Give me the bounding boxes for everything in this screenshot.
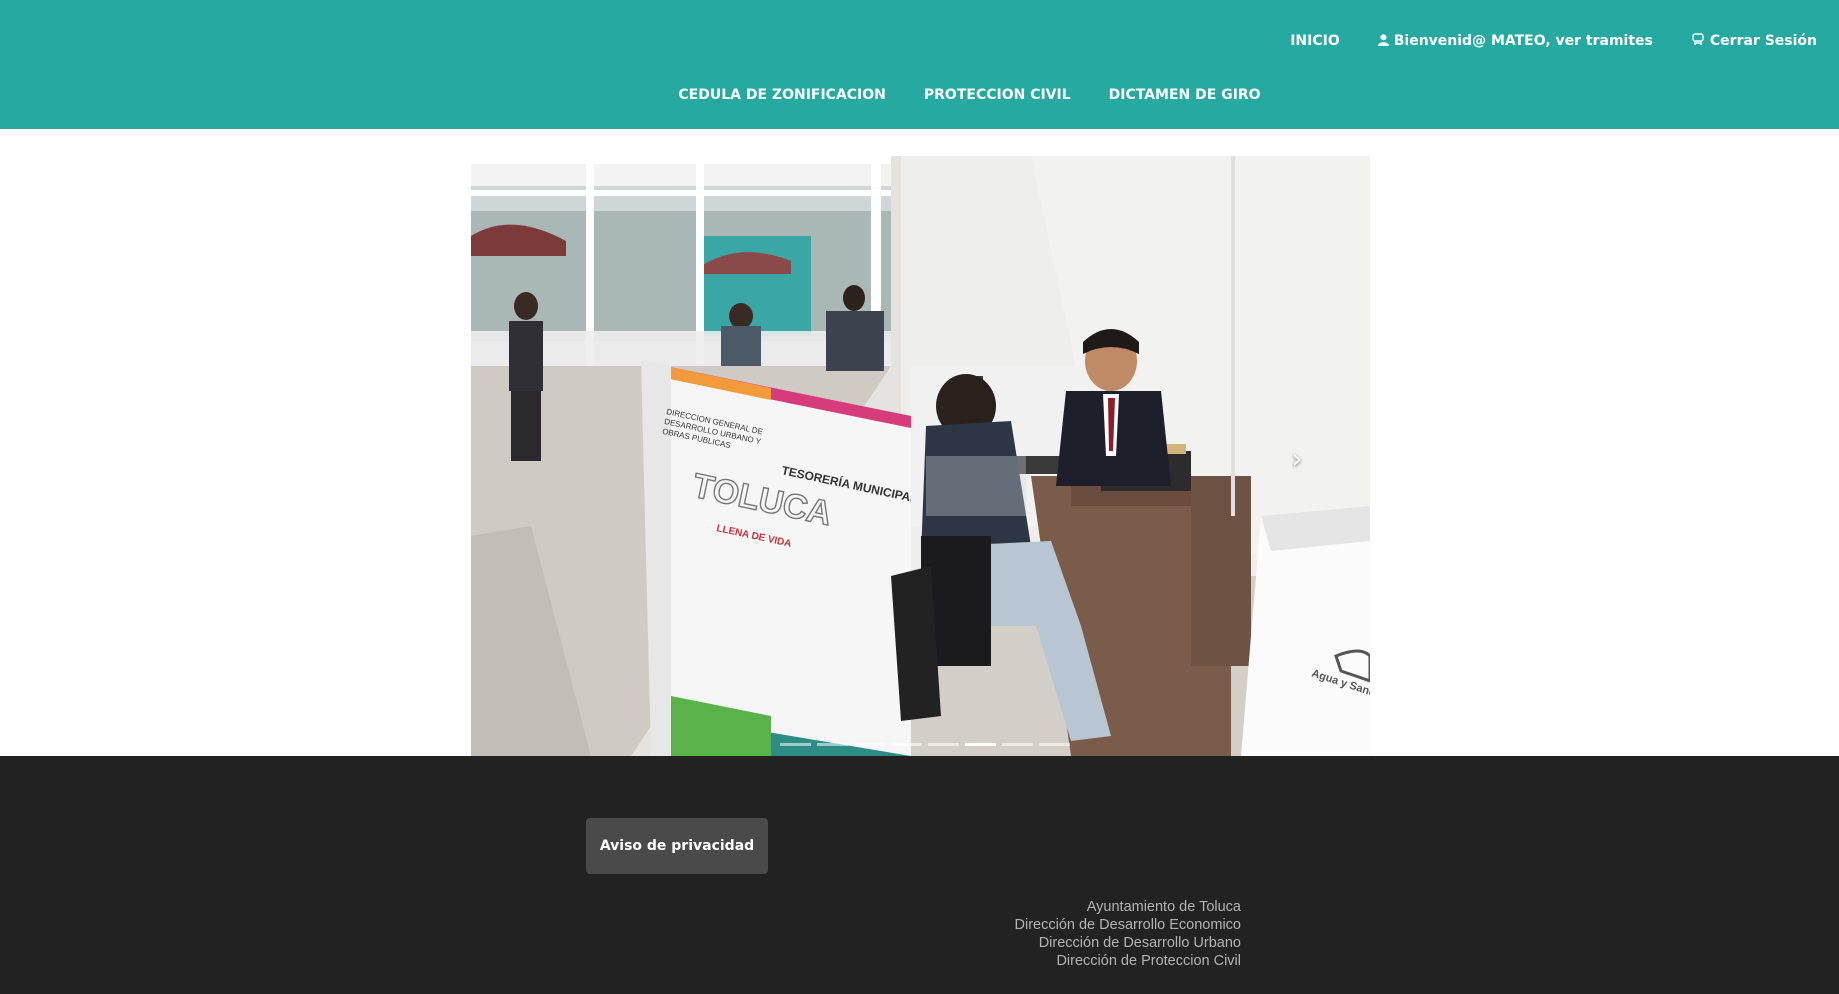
carousel-indicator-2[interactable] bbox=[817, 743, 848, 746]
user-icon bbox=[1377, 33, 1389, 49]
main-nav: CEDULA DE ZONIFICACION PROTECCION CIVIL … bbox=[0, 87, 1839, 103]
logout-link[interactable]: Cerrar Sesión bbox=[1691, 33, 1817, 49]
carousel-indicator-1[interactable] bbox=[780, 743, 811, 746]
nav-cedula-zonificacion[interactable]: CEDULA DE ZONIFICACION bbox=[678, 87, 885, 103]
privacy-notice-button[interactable]: Aviso de privacidad bbox=[586, 818, 768, 874]
carousel-indicator-6[interactable] bbox=[965, 743, 996, 746]
carousel-indicator-3[interactable] bbox=[854, 743, 885, 746]
credit-ayuntamiento: Ayuntamiento de Toluca bbox=[1086, 899, 1241, 915]
welcome-link-label: Bienvenid@ MATEO, ver tramites bbox=[1393, 33, 1653, 49]
home-link[interactable]: INICIO bbox=[1290, 33, 1340, 49]
carousel-indicator-5[interactable] bbox=[928, 743, 959, 746]
top-nav: INICIO Bienvenid@ MATEO, ver tramites Ce… bbox=[1290, 33, 1817, 49]
carousel-indicator-7[interactable] bbox=[1002, 743, 1033, 746]
home-link-label: INICIO bbox=[1290, 33, 1340, 49]
carousel-slide-photo: DIRECCION GENERAL DE DESARROLLO URBANO Y… bbox=[471, 156, 1370, 756]
credit-desarrollo-economico: Dirección de Desarrollo Economico bbox=[1014, 917, 1241, 933]
carousel-indicators bbox=[780, 743, 1070, 746]
logout-link-label: Cerrar Sesión bbox=[1709, 33, 1817, 49]
welcome-tramites-link[interactable]: Bienvenid@ MATEO, ver tramites bbox=[1377, 33, 1653, 49]
footer bbox=[0, 756, 1839, 994]
nav-dictamen-giro[interactable]: DICTAMEN DE GIRO bbox=[1109, 87, 1261, 103]
image-carousel[interactable]: DIRECCION GENERAL DE DESARROLLO URBANO Y… bbox=[471, 156, 1370, 756]
logout-icon bbox=[1691, 33, 1705, 49]
header: INICIO Bienvenid@ MATEO, ver tramites Ce… bbox=[0, 0, 1839, 129]
footer-credits: Ayuntamiento de Toluca Dirección de Desa… bbox=[1015, 898, 1241, 970]
chevron-right-icon: › bbox=[1291, 441, 1303, 475]
carousel-indicator-4[interactable] bbox=[891, 743, 922, 746]
carousel-next-button[interactable]: › bbox=[1284, 441, 1310, 475]
carousel-indicator-8[interactable] bbox=[1039, 743, 1070, 746]
credit-desarrollo-urbano: Dirección de Desarrollo Urbano bbox=[1038, 935, 1241, 951]
credit-proteccion-civil: Dirección de Proteccion Civil bbox=[1056, 953, 1241, 969]
nav-proteccion-civil[interactable]: PROTECCION CIVIL bbox=[924, 87, 1071, 103]
